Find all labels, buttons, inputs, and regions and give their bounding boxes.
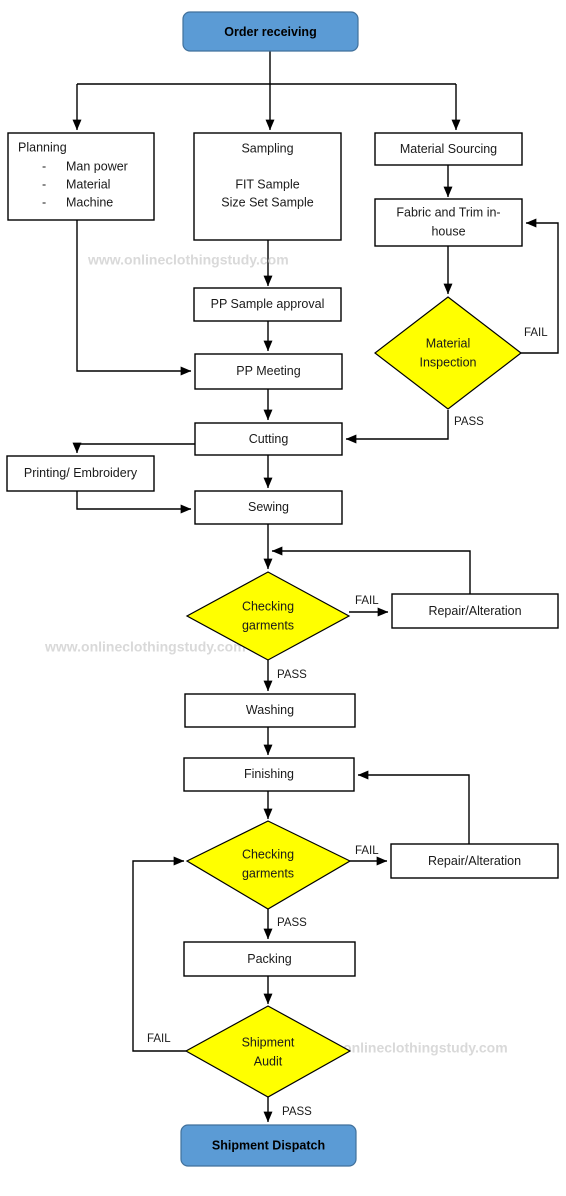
packing-label: Packing: [247, 952, 292, 966]
checking-garments-2-line-1: Checking: [242, 847, 294, 861]
node-packing[interactable]: Packing: [183, 941, 356, 977]
cutting-label: Cutting: [249, 432, 289, 446]
node-planning[interactable]: Planning - Man power - Material - Machin…: [7, 132, 155, 221]
washing-label: Washing: [246, 703, 294, 717]
edge-label-material-pass: PASS: [454, 416, 484, 428]
planning-bullet-dash-1: -: [42, 159, 46, 173]
checking-garments-1-line-1: Checking: [242, 599, 294, 613]
edge-repair1-return: [271, 546, 471, 594]
printing-embroidery-label: Printing/ Embroidery: [24, 466, 138, 480]
fabric-and-trim-line-1: Fabric and Trim in-: [396, 205, 500, 219]
edge-printing-to-sewing: [76, 491, 192, 514]
node-material-inspection[interactable]: Material Inspection: [374, 296, 522, 410]
edge-inspection-pass-to-cutting: [345, 410, 449, 444]
material-inspection-line-1: Material: [426, 336, 470, 350]
flowchart-svg: www.onlineclothingstudy.com www.onlinecl…: [6, 11, 559, 1167]
shipment-audit-line-2: Audit: [254, 1054, 283, 1068]
finishing-label: Finishing: [244, 767, 294, 781]
planning-bullet-2: Material: [66, 177, 110, 191]
node-pp-meeting[interactable]: PP Meeting: [194, 353, 343, 390]
node-repair-alteration-2[interactable]: Repair/Alteration: [390, 843, 559, 879]
edge-cutting-to-printing: [72, 442, 195, 454]
node-sewing[interactable]: Sewing: [194, 490, 343, 525]
flowchart-canvas: www.onlineclothingstudy.com www.onlinecl…: [0, 0, 566, 1196]
planning-bullet-dash-3: -: [42, 195, 46, 209]
checking-garments-1-line-2: garments: [242, 618, 294, 632]
edge-audit-fail-loop: [132, 856, 186, 1052]
planning-bullet-3: Machine: [66, 195, 113, 209]
sewing-label: Sewing: [248, 500, 289, 514]
shipment-dispatch-label: Shipment Dispatch: [212, 1138, 325, 1152]
node-fabric-and-trim[interactable]: Fabric and Trim in- house: [374, 198, 523, 247]
shipment-audit-shape[interactable]: [184, 1005, 352, 1098]
fabric-and-trim-line-2: house: [431, 224, 465, 238]
node-cutting[interactable]: Cutting: [194, 422, 343, 456]
edge-label-checking1-pass: PASS: [277, 669, 307, 681]
edge-label-checking1-fail: FAIL: [355, 595, 379, 607]
node-sampling[interactable]: Sampling FIT Sample Size Set Sample: [193, 132, 342, 241]
node-printing-embroidery[interactable]: Printing/ Embroidery: [6, 455, 155, 492]
node-shipment-dispatch[interactable]: Shipment Dispatch: [180, 1124, 357, 1167]
checking-garments-2-shape[interactable]: [185, 820, 352, 910]
pp-sample-approval-label: PP Sample approval: [211, 297, 325, 311]
edge-label-checking2-pass: PASS: [277, 917, 307, 929]
node-finishing[interactable]: Finishing: [183, 757, 355, 792]
planning-bullet-dash-2: -: [42, 177, 46, 191]
node-shipment-audit[interactable]: Shipment Audit: [184, 1005, 352, 1098]
edge-label-audit-fail: FAIL: [147, 1033, 171, 1045]
repair-alteration-2-label: Repair/Alteration: [428, 854, 521, 868]
node-pp-sample-approval[interactable]: PP Sample approval: [193, 287, 342, 322]
material-inspection-shape[interactable]: [374, 296, 522, 410]
sampling-line-2: Size Set Sample: [221, 195, 313, 209]
pp-meeting-label: PP Meeting: [236, 364, 300, 378]
edge-label-material-fail: FAIL: [524, 327, 548, 339]
material-sourcing-label: Material Sourcing: [400, 142, 497, 156]
sampling-line-1: FIT Sample: [235, 177, 299, 191]
node-order-receiving[interactable]: Order receiving: [182, 11, 359, 52]
edge-planning-to-pp-meeting: [76, 220, 192, 376]
checking-garments-2-line-2: garments: [242, 866, 294, 880]
planning-bullet-1: Man power: [66, 159, 128, 173]
order-receiving-label: Order receiving: [224, 25, 316, 39]
node-repair-alteration-1[interactable]: Repair/Alteration: [391, 593, 559, 629]
edge-label-audit-pass: PASS: [282, 1106, 312, 1118]
edge-label-checking2-fail: FAIL: [355, 845, 379, 857]
planning-title: Planning: [18, 140, 67, 154]
shipment-audit-line-1: Shipment: [242, 1035, 295, 1049]
node-washing[interactable]: Washing: [184, 693, 356, 728]
edge-order-to-bus: [77, 51, 456, 85]
repair-alteration-1-label: Repair/Alteration: [428, 604, 521, 618]
sampling-title: Sampling: [241, 141, 293, 155]
node-material-sourcing[interactable]: Material Sourcing: [374, 132, 523, 166]
material-inspection-line-2: Inspection: [420, 355, 477, 369]
edge-repair2-return: [357, 770, 470, 844]
watermark-middle: www.onlineclothingstudy.com: [44, 639, 246, 655]
node-checking-garments-2[interactable]: Checking garments: [185, 820, 352, 910]
watermark-top: www.onlineclothingstudy.com: [87, 252, 289, 268]
